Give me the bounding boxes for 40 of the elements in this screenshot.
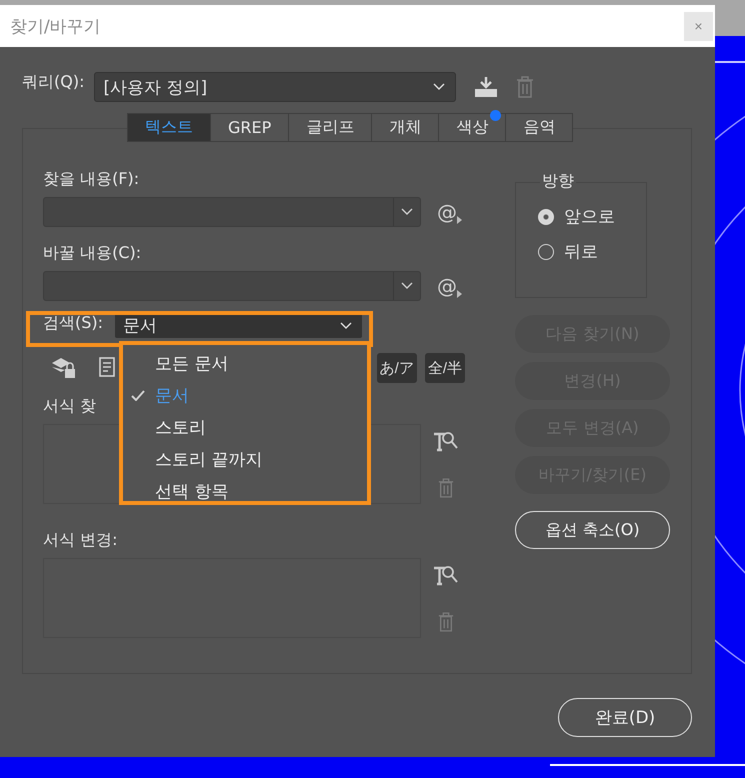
radio-option[interactable]: 앞으로 (538, 205, 646, 228)
save-icon[interactable] (474, 76, 498, 98)
menu-item[interactable]: 스토리 끝까지 (123, 443, 367, 475)
text-search-icon[interactable] (433, 430, 459, 454)
triangle-icon (457, 290, 462, 298)
locked-layers-icon[interactable] (51, 357, 77, 379)
text-search-icon[interactable] (433, 564, 459, 588)
tab[interactable]: 글리프 (289, 114, 372, 141)
special-character-button[interactable]: @ (437, 274, 462, 298)
toggle-button[interactable]: あ/ア (376, 353, 417, 383)
menu-item[interactable]: 스토리 (123, 411, 367, 443)
checkmark-icon (131, 390, 145, 401)
done-button[interactable]: 완료(D) (558, 698, 692, 737)
special-character-button[interactable]: @ (437, 200, 462, 224)
query-dropdown[interactable]: [사용자 정의] (94, 72, 456, 102)
chevron-down-icon (401, 282, 413, 290)
chevron-down-icon (433, 83, 446, 91)
tab[interactable]: GREP (211, 114, 290, 141)
action-button[interactable]: 옵션 축소(O) (515, 511, 670, 549)
find-label: 찾을 내용(F): (43, 169, 140, 190)
menu-item[interactable]: 선택 항목 (123, 475, 367, 507)
change-field[interactable] (43, 271, 421, 301)
search-label: 검색(S): (43, 313, 104, 334)
radio-button[interactable] (538, 244, 554, 260)
change-label: 바꿀 내용(C): (43, 243, 142, 264)
change-format-label: 서식 변경: (43, 530, 118, 551)
find-field[interactable] (43, 197, 421, 227)
window-title: 찾기/바꾸기 (10, 16, 101, 38)
query-label: 쿼리(Q): (22, 72, 84, 93)
tab[interactable]: 텍스트 (128, 114, 211, 141)
toggle-button[interactable]: 全/半 (424, 353, 465, 383)
radio-button[interactable] (538, 208, 554, 224)
search-dropdown[interactable]: 문서 (115, 313, 362, 338)
triangle-icon (457, 216, 462, 224)
chevron-down-icon (340, 322, 352, 330)
menu-item[interactable]: 모든 문서 (123, 347, 367, 379)
find-format-label: 서식 찾 (43, 396, 96, 417)
chevron-down-icon (401, 208, 413, 216)
radio-option[interactable]: 뒤로 (538, 240, 646, 263)
tab[interactable]: 개체 (372, 114, 440, 141)
